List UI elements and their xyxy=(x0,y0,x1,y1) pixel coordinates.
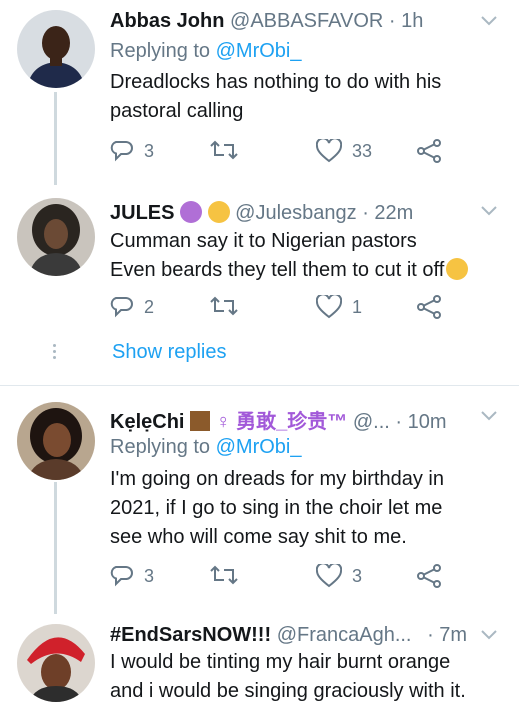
avatar[interactable] xyxy=(17,402,95,480)
timestamp[interactable]: · 10m xyxy=(395,411,446,433)
reply-button[interactable]: 3 xyxy=(110,139,154,163)
like-icon xyxy=(316,564,342,588)
chevron-down-icon[interactable] xyxy=(481,630,497,640)
brown-square-emoji-icon xyxy=(190,411,211,431)
chevron-down-icon[interactable] xyxy=(481,16,497,26)
user-handle[interactable]: @Julesbangz xyxy=(235,202,356,224)
like-count: 3 xyxy=(352,565,363,586)
avatar[interactable] xyxy=(17,198,95,276)
reply-icon xyxy=(110,141,133,162)
like-count: 1 xyxy=(352,296,363,317)
timestamp[interactable]: · 7m xyxy=(427,624,467,646)
like-button[interactable]: 3 xyxy=(316,564,362,588)
tweet-header: JULES @Julesbangz · 22m xyxy=(110,201,489,225)
thread-dots xyxy=(53,344,57,362)
like-icon xyxy=(316,295,342,319)
user-handle[interactable]: @ABBASFAVOR xyxy=(230,10,383,32)
timestamp[interactable]: · 1h xyxy=(389,10,423,32)
tweet-actions: 2 1 xyxy=(110,295,450,321)
display-name[interactable]: Abbas John xyxy=(110,10,224,32)
reply-count: 3 xyxy=(144,140,155,161)
retweet-button[interactable] xyxy=(210,139,238,161)
person-gesturing-emoji-icon xyxy=(180,201,203,223)
share-icon xyxy=(417,295,441,319)
retweet-button[interactable] xyxy=(210,295,238,317)
thread-line xyxy=(54,92,57,185)
tweet-header: #EndSarsNOW!!! @FrancaAgh... · 7m xyxy=(110,624,489,647)
tweet-header: Abbas John @ABBASFAVOR · 1h xyxy=(110,10,489,33)
laughing-emoji-icon xyxy=(446,258,469,280)
replying-to: Replying to @MrObi_ xyxy=(110,436,302,458)
retweet-icon xyxy=(210,565,238,585)
like-button[interactable]: 33 xyxy=(316,139,372,163)
reply-icon xyxy=(110,297,133,318)
reply-button[interactable]: 2 xyxy=(110,295,154,319)
thread-line xyxy=(54,482,57,614)
timestamp[interactable]: · 22m xyxy=(362,202,413,224)
tweet[interactable]: JULES @Julesbangz · 22m Cumman say it to… xyxy=(0,185,519,385)
tweet[interactable]: Abbas John @ABBASFAVOR · 1h Replying to … xyxy=(0,0,519,185)
tweet-text: I'm going on dreads for my birthday in 2… xyxy=(110,468,444,548)
display-name[interactable]: JULES xyxy=(110,202,174,224)
show-replies-link[interactable]: Show replies xyxy=(112,341,227,364)
mention-link[interactable]: @MrObi_ xyxy=(216,40,302,62)
user-handle[interactable]: @FrancaAgh... xyxy=(277,624,412,646)
tweet-text: I would be tinting my hair burnt orange … xyxy=(110,651,466,702)
tweet[interactable]: #EndSarsNOW!!! @FrancaAgh... · 7m I woul… xyxy=(0,614,519,716)
display-name[interactable]: #EndSarsNOW!!! xyxy=(110,624,271,646)
tweet-actions: 3 33 xyxy=(110,139,450,165)
avatar[interactable] xyxy=(17,624,95,702)
display-name[interactable]: KẹlẹChi xyxy=(110,411,184,433)
retweet-icon xyxy=(210,140,238,160)
tweet[interactable]: KẹlẹChi ♀ 勇敢_珍贵™ @... · 10m Replying to … xyxy=(0,386,519,614)
tweet-text: Dreadlocks has nothing to do with his pa… xyxy=(110,71,442,122)
display-name-suffix: ♀ 勇敢_珍贵™ xyxy=(215,411,348,433)
share-button[interactable] xyxy=(416,564,442,588)
hand-over-mouth-emoji-icon xyxy=(207,201,230,223)
reply-count: 3 xyxy=(144,565,155,586)
share-button[interactable] xyxy=(416,295,442,319)
tweet-actions: 3 3 xyxy=(110,564,450,590)
reply-icon xyxy=(110,566,133,587)
replying-to: Replying to @MrObi_ xyxy=(110,40,302,62)
like-count: 33 xyxy=(352,140,373,161)
chevron-down-icon[interactable] xyxy=(481,206,497,216)
tweet-text: Cumman say it to Nigerian pastors Even b… xyxy=(110,227,499,285)
chevron-down-icon[interactable] xyxy=(481,411,497,421)
avatar[interactable] xyxy=(17,10,95,88)
share-button[interactable] xyxy=(416,139,442,163)
like-icon xyxy=(316,139,342,163)
retweet-button[interactable] xyxy=(210,564,238,586)
mention-link[interactable]: @MrObi_ xyxy=(216,436,302,458)
reply-button[interactable]: 3 xyxy=(110,564,154,588)
retweet-icon xyxy=(210,296,238,316)
reply-count: 2 xyxy=(144,296,155,317)
like-button[interactable]: 1 xyxy=(316,295,362,319)
user-handle[interactable]: @... xyxy=(353,411,390,433)
share-icon xyxy=(417,564,441,588)
tweet-header: KẹlẹChi ♀ 勇敢_珍贵™ @... · 10m xyxy=(110,405,489,434)
share-icon xyxy=(417,139,441,163)
